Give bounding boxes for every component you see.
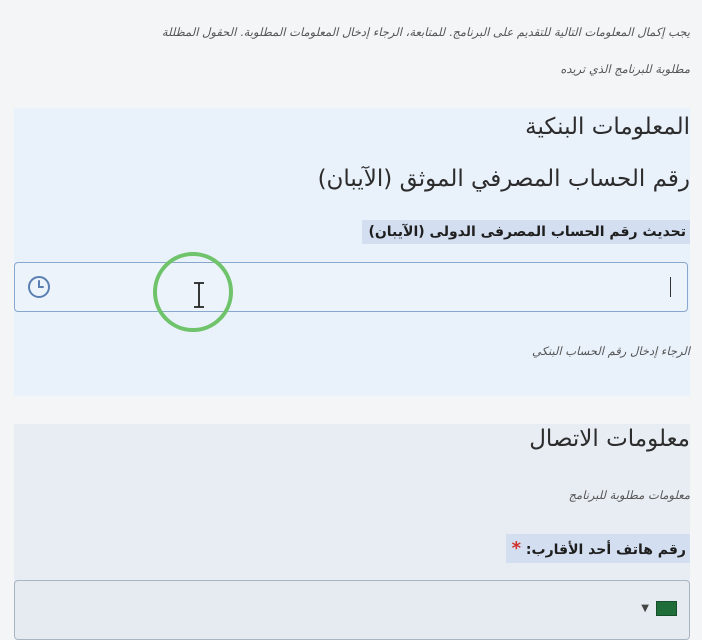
bank-info-section: المعلومات البنكية رقم الحساب المصرفي الم… [14,108,690,396]
saudi-flag-icon[interactable] [656,601,677,616]
contact-note: معلومات مطلوبة للبرنامج [568,488,690,502]
bank-section-title: المعلومات البنكية [525,114,690,140]
chevron-down-icon[interactable]: ▼ [641,603,649,614]
intro-text: يجب إكمال المعلومات التالية للتقديم على … [20,14,690,88]
relative-phone-input[interactable]: ▼ [14,580,690,640]
iban-subheading: رقم الحساب المصرفي الموثق (الآيبان) [317,166,690,192]
iban-field-label: تحديث رقم الحساب المصرفى الدولى (الآيبان… [362,220,690,244]
intro-line-2: مطلوبة للبرنامج الذي تريده [560,62,690,76]
text-cursor-icon [194,282,204,308]
iban-hint: الرجاء إدخال رقم الحساب البنكي [532,344,690,358]
relative-phone-label: رقم هاتف أحد الأقارب: * [505,534,690,563]
iban-input[interactable] [14,262,688,312]
relative-phone-label-text: رقم هاتف أحد الأقارب: [525,542,686,558]
text-caret [669,277,671,297]
contact-section-title: معلومات الاتصال [529,426,690,452]
intro-line-1: يجب إكمال المعلومات التالية للتقديم على … [161,25,690,39]
clock-icon[interactable] [27,275,51,299]
required-marker: * [511,538,522,559]
contact-info-section: معلومات الاتصال معلومات مطلوبة للبرنامج … [14,424,690,640]
